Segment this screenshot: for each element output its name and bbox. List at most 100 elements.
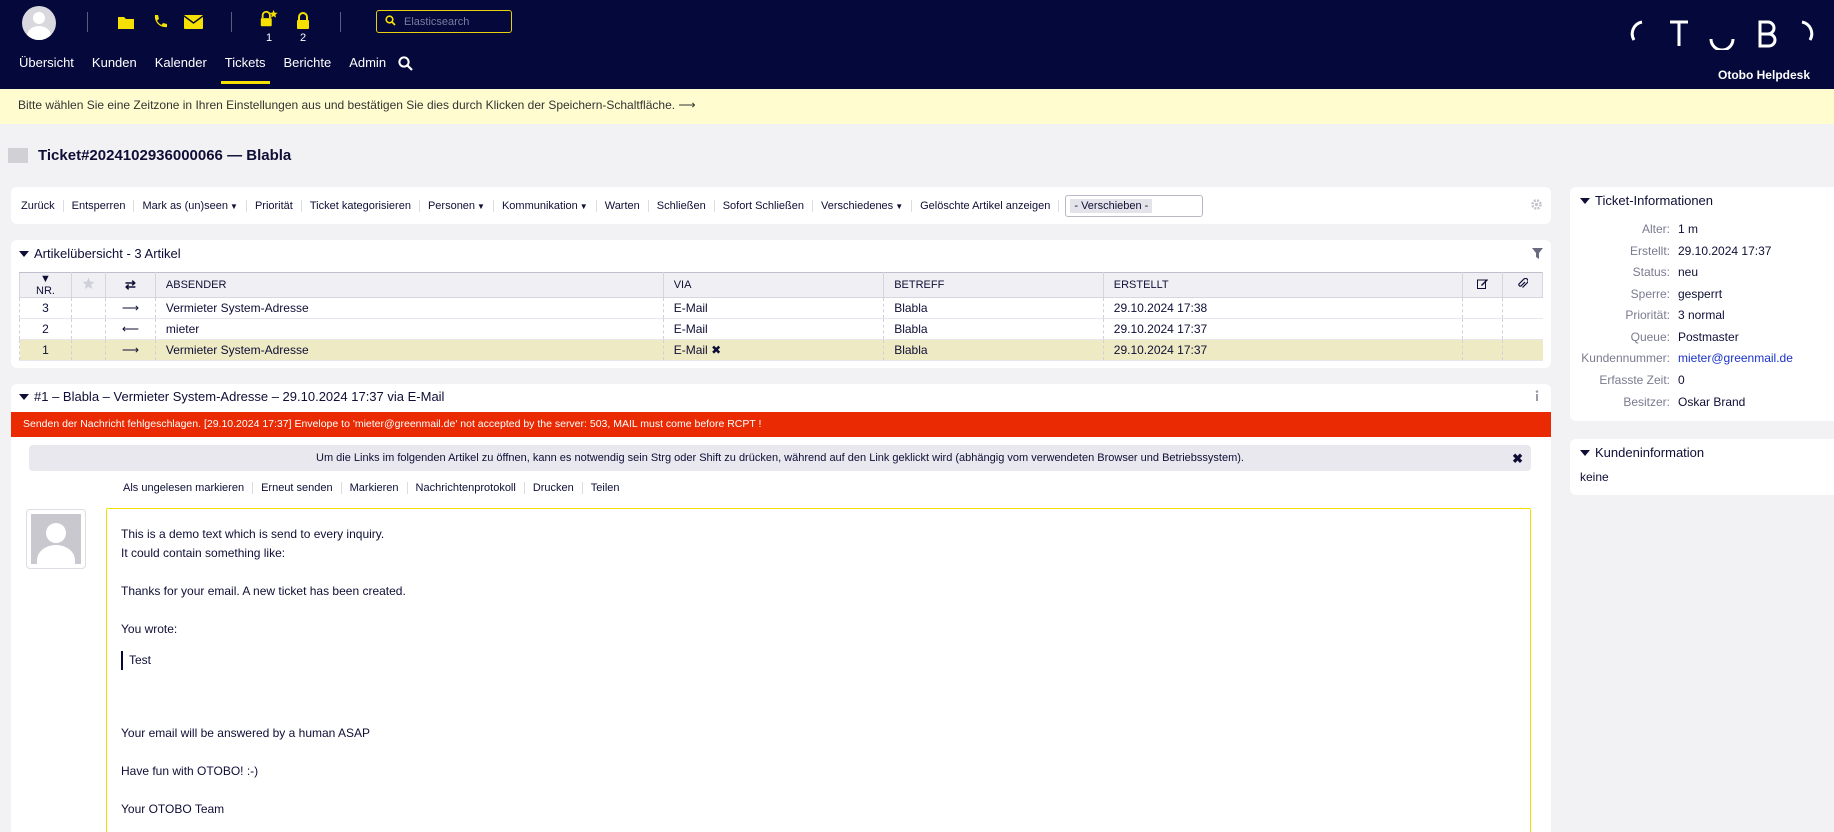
info-key: Kundennummer:	[1581, 351, 1670, 365]
nav-admin[interactable]: Admin	[349, 55, 386, 83]
article-overview-widget: Artikelübersicht - 3 Artikel ▼ NR. ⇄ ABS…	[11, 240, 1551, 368]
phone-icon[interactable]	[150, 12, 170, 32]
print-button[interactable]: Drucken	[525, 482, 583, 494]
row-star	[70, 297, 106, 319]
column-subject[interactable]: BETREFF	[883, 272, 1104, 298]
caret-down-icon: ▼	[477, 201, 485, 211]
mark-unread-button[interactable]: Als ungelesen markieren	[123, 482, 254, 494]
body-line: Thanks for your email. A new ticket has …	[121, 584, 406, 598]
caret-down-icon: ▼	[895, 201, 904, 211]
timezone-notice[interactable]: Bitte wählen Sie eine Zeitzone in Ihren …	[0, 89, 1834, 124]
move-queue-select[interactable]: - Verschieben -	[1065, 194, 1204, 217]
row-subject: Blabla	[883, 297, 1104, 319]
close-icon[interactable]: ✖	[1512, 451, 1523, 467]
pending-button[interactable]: Warten	[597, 199, 649, 212]
search-icon	[385, 14, 396, 29]
column-note[interactable]	[1462, 272, 1503, 298]
priority-flag-icon	[8, 148, 28, 163]
nav-search-icon[interactable]	[398, 56, 413, 74]
column-direction[interactable]: ⇄	[104, 272, 156, 298]
priority-button[interactable]: Priorität	[247, 199, 302, 212]
main-navigation: Übersicht Kunden Kalender Tickets Berich…	[19, 55, 404, 84]
info-icon[interactable]	[1535, 390, 1539, 404]
body-line: It could contain something like:	[121, 546, 286, 560]
info-value: neu	[1678, 265, 1699, 279]
body-line: This is a demo text which is send to eve…	[121, 527, 385, 541]
close-button[interactable]: Schließen	[649, 199, 715, 212]
column-nr[interactable]: ▼ NR.	[19, 272, 72, 298]
nav-calendar[interactable]: Kalender	[155, 55, 207, 83]
row-sender: Vermieter System-Adresse	[154, 297, 664, 319]
locked-new-tickets-icon[interactable]	[259, 9, 279, 29]
info-value: gesperrt	[1678, 287, 1723, 301]
elasticsearch-input[interactable]	[404, 15, 504, 28]
row-via: E-Mail	[673, 343, 708, 357]
swap-arrows-icon: ⇄	[124, 277, 136, 292]
row-attachment	[1501, 339, 1543, 361]
caret-down-icon: ▼	[579, 201, 588, 211]
people-menu[interactable]: Personen ▼	[420, 199, 494, 212]
user-avatar[interactable]	[22, 6, 56, 40]
mark-seen-label: Mark as (un)seen	[142, 199, 229, 212]
table-header-row: ▼ NR. ⇄ ABSENDER VIA BETREFF ERSTELLT	[19, 272, 1544, 298]
customer-info-value: keine	[1580, 470, 1609, 484]
column-sender[interactable]: ABSENDER	[154, 272, 664, 298]
gear-icon[interactable]	[1530, 198, 1543, 214]
column-created[interactable]: ERSTELLT	[1102, 272, 1464, 298]
resend-button[interactable]: Erneut senden	[253, 482, 342, 494]
customer-info-header[interactable]: Kundeninformation	[1580, 445, 1704, 460]
customer-id-link[interactable]: mieter@greenmail.de	[1678, 351, 1793, 365]
message-log-button[interactable]: Nachrichtenprotokoll	[408, 482, 525, 494]
envelope-icon[interactable]	[183, 12, 203, 32]
folder-icon[interactable]	[116, 12, 136, 32]
body-line: Your OTOBO Team	[121, 802, 225, 816]
back-button[interactable]: Zurück	[21, 199, 64, 212]
nav-reports[interactable]: Berichte	[284, 55, 332, 83]
share-button[interactable]: Teilen	[583, 482, 628, 494]
communication-label: Kommunikation	[501, 199, 578, 212]
misc-label: Verschiedenes	[821, 199, 894, 212]
row-nr: 1	[19, 339, 72, 361]
nav-customers[interactable]: Kunden	[92, 55, 137, 83]
misc-menu[interactable]: Verschiedenes ▼	[813, 199, 913, 212]
row-via-cell: E-Mail ✖	[662, 339, 884, 361]
communication-menu[interactable]: Kommunikation ▼	[494, 199, 597, 212]
row-created: 29.10.2024 17:38	[1102, 297, 1463, 319]
article-header[interactable]: #1 – Blabla – Vermieter System-Adresse –…	[19, 389, 444, 404]
locked-tickets-icon[interactable]	[293, 11, 313, 31]
nav-tickets[interactable]: Tickets	[220, 55, 270, 84]
caret-down-icon: ▼	[230, 201, 238, 211]
outgoing-arrow-icon: ⟶	[104, 297, 156, 319]
info-key: Erstellt:	[1629, 244, 1670, 258]
info-key: Priorität:	[1625, 308, 1670, 322]
locked-new-count: 1	[265, 32, 273, 44]
ticket-info-header[interactable]: Ticket-Informationen	[1580, 193, 1713, 208]
article-body: This is a demo text which is send to eve…	[106, 508, 1531, 832]
info-key: Sperre:	[1630, 287, 1670, 301]
filter-icon[interactable]	[1532, 248, 1543, 262]
info-key: Besitzer:	[1623, 395, 1670, 409]
article-overview-header[interactable]: Artikelübersicht - 3 Artikel	[19, 246, 181, 261]
categorize-button[interactable]: Ticket kategorisieren	[302, 199, 420, 212]
column-via[interactable]: VIA	[662, 272, 885, 298]
column-star[interactable]	[70, 272, 106, 298]
nav-overview[interactable]: Übersicht	[19, 55, 74, 83]
header-divider	[231, 12, 232, 32]
table-row[interactable]: 2 ⟵ mieter E-Mail Blabla 29.10.2024 17:3…	[19, 318, 1543, 340]
close-now-button[interactable]: Sofort Schließen	[715, 199, 814, 212]
elasticsearch-box[interactable]	[376, 10, 512, 33]
table-row[interactable]: 3 ⟶ Vermieter System-Adresse E-Mail Blab…	[19, 297, 1543, 319]
show-deleted-button[interactable]: Gelöschte Artikel anzeigen	[912, 199, 1060, 212]
unlock-button[interactable]: Entsperren	[64, 199, 135, 212]
row-attachment	[1501, 318, 1543, 340]
send-failed-icon: ✖	[711, 343, 722, 357]
column-attachment[interactable]	[1501, 272, 1544, 298]
locked-count: 2	[299, 32, 307, 44]
mark-seen-menu[interactable]: Mark as (un)seen ▼	[134, 199, 247, 212]
table-row-selected[interactable]: 1 ⟶ Vermieter System-Adresse E-Mail ✖ Bl…	[19, 339, 1543, 361]
row-created: 29.10.2024 17:37	[1102, 318, 1463, 340]
mark-button[interactable]: Markieren	[342, 482, 408, 494]
sender-avatar	[26, 509, 86, 569]
ticket-action-menu: Zurück Entsperren Mark as (un)seen ▼ Prio…	[11, 187, 1551, 224]
row-star	[70, 339, 106, 361]
